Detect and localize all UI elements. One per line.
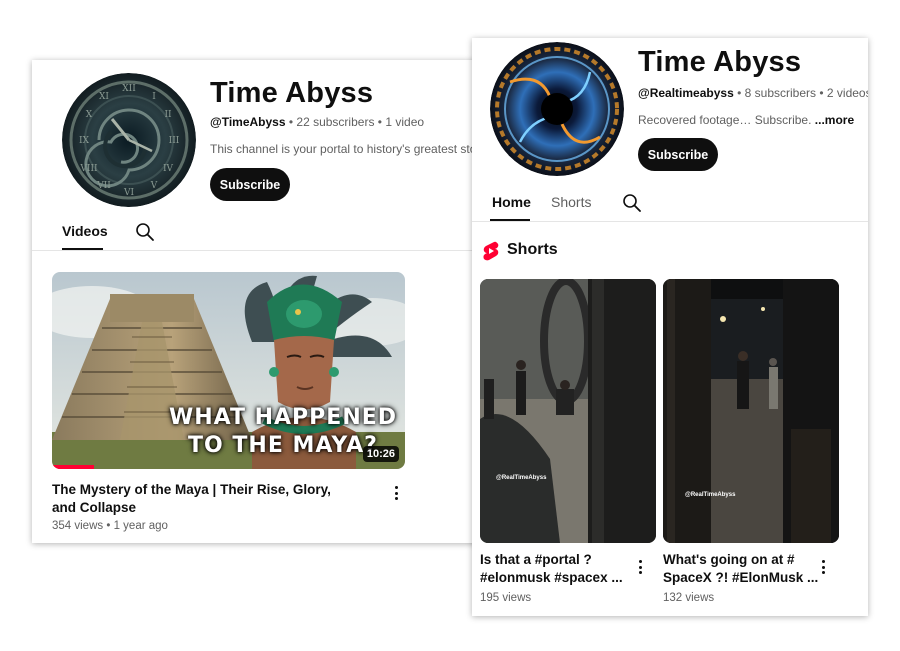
subscriber-count: 22 subscribers	[296, 115, 375, 129]
meta-separator: •	[288, 115, 294, 129]
tab-home[interactable]: Home	[492, 194, 531, 210]
svg-text:IX: IX	[79, 136, 90, 146]
svg-text:II: II	[164, 110, 172, 120]
channel-handle[interactable]: @Realtimeabyss	[638, 86, 734, 100]
channel-handle[interactable]: @TimeAbyss	[210, 115, 286, 129]
video-count: 1 video	[385, 115, 425, 129]
more-vert-icon[interactable]	[389, 485, 403, 501]
short-thumbnail[interactable]: @RealTimeAbyss	[480, 279, 656, 543]
search-icon[interactable]	[622, 193, 642, 213]
short-title[interactable]: Is that a #portal ? #elonmusk #spacex ..…	[480, 551, 630, 587]
video-duration-badge: 10:26	[362, 446, 399, 462]
meta-separator: •	[819, 86, 824, 100]
svg-text:XI: XI	[99, 92, 109, 102]
more-vert-icon[interactable]	[816, 559, 830, 575]
channel-description[interactable]: Recovered footage… Subscribe. ...more	[638, 113, 854, 127]
short-watermark: @RealTimeAbyss	[496, 475, 547, 481]
video-title[interactable]: The Mystery of the Maya | Their Rise, Gl…	[52, 481, 352, 517]
shorts-section-title: Shorts	[507, 241, 558, 258]
subscribe-button[interactable]: Subscribe	[638, 138, 718, 171]
watch-progress-bar	[52, 465, 95, 469]
channel-title: Time Abyss	[210, 77, 374, 109]
svg-text:I: I	[152, 92, 156, 102]
svg-text:XII: XII	[122, 84, 136, 94]
more-vert-icon[interactable]	[633, 559, 647, 575]
svg-text:V: V	[150, 181, 158, 191]
svg-text:X: X	[86, 110, 93, 120]
video-count: 2 videos	[826, 86, 868, 100]
channel-description[interactable]: This channel is your portal to history's…	[210, 142, 476, 156]
search-icon[interactable]	[135, 222, 155, 242]
video-age: 1 year ago	[113, 520, 168, 532]
tab-shorts[interactable]: Shorts	[551, 194, 591, 210]
more-link[interactable]: ...more	[815, 113, 854, 127]
subscribe-button[interactable]: Subscribe	[210, 168, 290, 201]
channel-page-realtimeabyss: Time Abyss @Realtimeabyss • 8 subscriber…	[472, 38, 868, 616]
video-meta: 354 views • 1 year ago	[52, 520, 168, 532]
short-views: 195 views	[480, 592, 532, 604]
video-views: 354 views	[52, 520, 104, 532]
channel-page-time-abyss: XII III VI IX I II IV V VII VIII X XI Time Aby…	[32, 60, 502, 543]
channel-meta: @TimeAbyss • 22 subscribers • 1 video	[210, 115, 424, 129]
meta-separator: •	[106, 520, 111, 532]
channel-avatar-portal[interactable]	[490, 42, 624, 176]
short-title[interactable]: What's going on at # SpaceX ?! #ElonMusk…	[663, 551, 818, 587]
short-views: 132 views	[663, 592, 715, 604]
svg-text:VIII: VIII	[79, 164, 98, 174]
svg-text:IV: IV	[163, 164, 174, 174]
svg-text:VII: VII	[96, 181, 111, 191]
tab-videos[interactable]: Videos	[62, 223, 108, 239]
video-thumbnail[interactable]: WHAT HAPPENED TO THE MAYA? 10:26	[52, 272, 405, 469]
short-thumbnail[interactable]: @RealTimeAbyss	[663, 279, 839, 543]
short-watermark: @RealTimeAbyss	[685, 492, 736, 498]
channel-meta: @Realtimeabyss • 8 subscribers • 2 video…	[638, 86, 868, 100]
shorts-logo-icon	[483, 241, 499, 261]
tabs-divider	[32, 250, 502, 251]
tabs-divider	[472, 221, 868, 222]
svg-text:III: III	[169, 136, 180, 146]
svg-text:VI: VI	[123, 188, 134, 198]
meta-separator: •	[737, 86, 742, 100]
meta-separator: •	[377, 115, 382, 129]
channel-title: Time Abyss	[638, 46, 802, 78]
subscriber-count: 8 subscribers	[744, 86, 817, 100]
channel-avatar-clock[interactable]: XII III VI IX I II IV V VII VIII X XI	[62, 73, 196, 207]
